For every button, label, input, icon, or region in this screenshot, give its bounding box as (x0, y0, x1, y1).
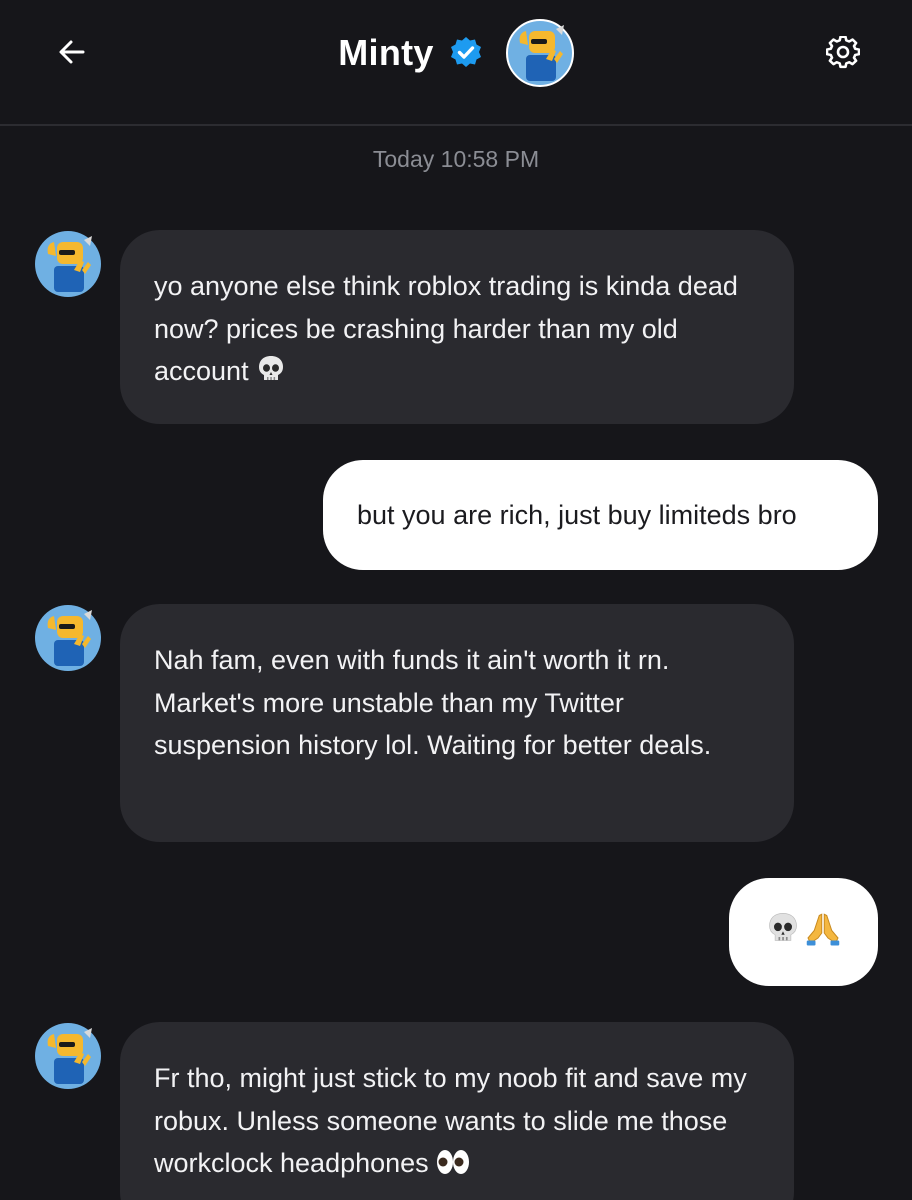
outgoing-emoji-bubble[interactable]: 💀🙏 (729, 878, 878, 986)
message-text: but you are rich, just buy limiteds bro (357, 500, 797, 530)
incoming-message-bubble[interactable]: Fr tho, might just stick to my noob fit … (120, 1022, 794, 1200)
contact-header[interactable]: Minty (0, 18, 912, 88)
skull-emoji-icon (765, 910, 801, 968)
settings-button[interactable] (820, 30, 866, 76)
chat-screen: Minty Today 10:58 PM yo anyone else thin… (0, 0, 912, 1200)
outgoing-message-bubble[interactable]: but you are rich, just buy limiteds bro (323, 460, 878, 570)
sender-avatar[interactable] (34, 604, 102, 672)
verified-badge-icon (448, 35, 484, 71)
praying-hands-emoji-icon (803, 908, 843, 970)
contact-avatar[interactable] (505, 19, 574, 87)
gear-icon (826, 36, 860, 69)
contact-name: Minty (338, 32, 434, 73)
incoming-message-bubble[interactable]: Nah fam, even with funds it ain't worth … (120, 604, 794, 842)
message-text: Nah fam, even with funds it ain't worth … (154, 645, 712, 760)
message-text: yo anyone else think roblox trading is k… (154, 271, 738, 386)
sender-avatar[interactable] (34, 230, 102, 298)
sender-avatar[interactable] (34, 1022, 102, 1090)
incoming-message-bubble[interactable]: yo anyone else think roblox trading is k… (120, 230, 794, 424)
eyes-emoji-icon (435, 1147, 471, 1190)
chat-header: Minty (0, 0, 912, 126)
skull-emoji-icon (255, 353, 287, 398)
message-timestamp: Today 10:58 PM (372, 146, 540, 172)
